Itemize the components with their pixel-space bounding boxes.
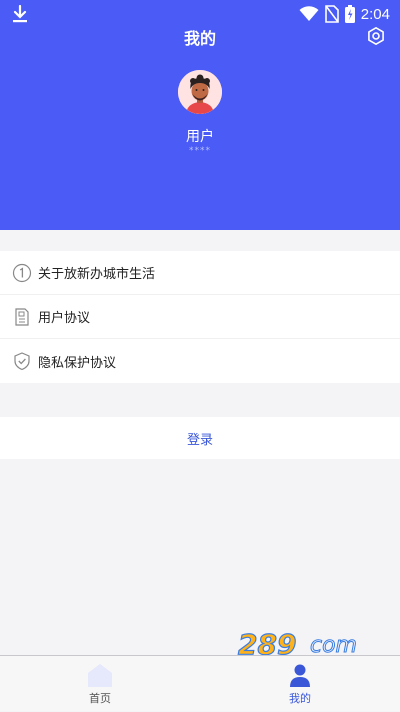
menu-item-label: 关于放新办城市生活 bbox=[38, 267, 156, 282]
tab-home[interactable]: 首页 bbox=[60, 656, 140, 712]
wifi-icon bbox=[299, 6, 319, 21]
profile-header: 2:04 我的 用户 **** bbox=[0, 0, 400, 230]
menu-item-user-agreement[interactable]: 用户协议 bbox=[0, 295, 400, 339]
tab-label: 我的 bbox=[289, 692, 311, 705]
no-sim-icon bbox=[324, 5, 339, 23]
status-bar: 2:04 bbox=[0, 0, 400, 28]
battery-icon bbox=[344, 5, 355, 23]
menu-item-label: 隐私保护协议 bbox=[38, 355, 117, 371]
user-icon bbox=[290, 664, 310, 687]
document-icon bbox=[12, 307, 32, 327]
status-icons: 2:04 bbox=[299, 4, 390, 24]
download-icon bbox=[13, 5, 27, 23]
menu-item-about[interactable]: 关于放新办城市生活 bbox=[0, 251, 400, 295]
menu-item-label: 用户协议 bbox=[38, 311, 91, 326]
menu-item-privacy-policy[interactable]: 隐私保护协议 bbox=[0, 339, 400, 383]
tab-label: 首页 bbox=[89, 692, 111, 705]
info-circle-icon bbox=[12, 263, 32, 283]
username: 用户 bbox=[186, 129, 214, 145]
avatar[interactable] bbox=[178, 70, 222, 114]
bottom-tab-bar: 首页 我的 bbox=[0, 655, 400, 711]
avatar-illustration bbox=[178, 70, 222, 114]
login-button[interactable]: 登录 bbox=[0, 417, 400, 459]
home-icon bbox=[88, 664, 112, 687]
tab-mine[interactable]: 我的 bbox=[260, 656, 340, 712]
shield-icon bbox=[12, 351, 32, 371]
menu-list: 关于放新办城市生活 用户协议 隐私保护协议 bbox=[0, 251, 400, 383]
user-id-masked: **** bbox=[189, 146, 211, 156]
status-time: 2:04 bbox=[360, 5, 390, 23]
settings-icon[interactable] bbox=[366, 26, 386, 46]
page-title: 我的 bbox=[183, 29, 216, 48]
